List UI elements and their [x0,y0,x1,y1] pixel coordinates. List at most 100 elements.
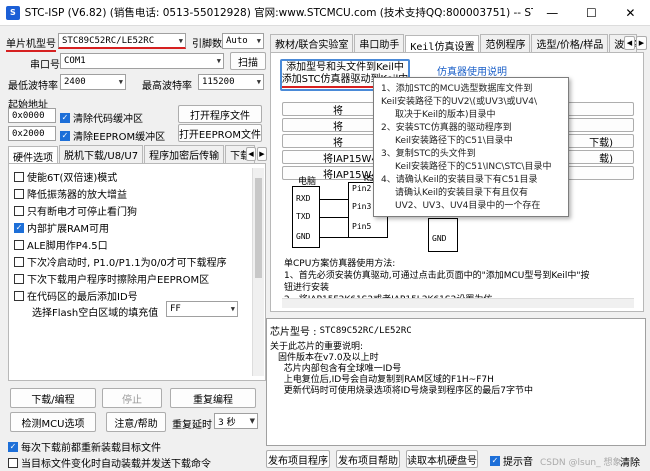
checkbox[interactable] [14,239,24,250]
scrollbar-thumb[interactable] [255,178,262,278]
eeprom-address-input[interactable]: 0x2000 [8,126,56,141]
chevron-right-icon[interactable]: ▶ [257,147,267,161]
option-6t[interactable]: 使能6T(双倍速)模式 [14,168,254,185]
usage-scrollbar[interactable] [282,298,634,308]
reload-option[interactable]: ✓ 每次下载前都重新装载目标文件 [8,439,161,454]
chip-model-select[interactable]: STC89C52RC/LE52RC ▼ [58,33,186,49]
chevron-left-icon[interactable]: ◀ [624,36,635,50]
chevron-down-icon: ▼ [256,78,261,86]
chevron-down-icon: ▼ [249,417,255,425]
watermark-text: CSDN @lsun_ 想象 [540,458,622,468]
open-eeprom-button[interactable]: 打开EEPROM文件 [178,124,262,142]
open-program-button[interactable]: 打开程序文件 [178,105,262,123]
tab-scroll-arrows: ◀ ▶ [246,147,267,161]
pin3-label: Pin3 [352,202,372,211]
beep-label: 提示音 [503,457,533,468]
check-icon[interactable]: ✓ [490,455,500,466]
publish-help-button[interactable]: 发布项目帮助 [336,450,400,468]
checkbox[interactable] [14,188,24,199]
wire [320,217,348,218]
checkbox[interactable] [14,256,24,267]
notes-title: 关于此芯片的重要说明: [270,342,364,352]
tab-textbook[interactable]: 教材/联合实验室 [270,34,354,52]
tooltip-line: 4、请确认Keil的安装目录下有C51目录 [381,175,538,185]
scan-button[interactable]: 扫描 [230,52,266,70]
clear-label[interactable]: 清除 [620,454,640,469]
fill-value: FF [170,304,181,314]
help-button[interactable]: 注意/帮助 [106,412,166,432]
check-icon[interactable]: ✓ [60,130,70,141]
repeat-delay-select[interactable]: 3 秒 ▼ [214,413,258,429]
autoload-option[interactable]: 当目标文件变化时自动装载并发送下载命令 [8,455,211,470]
mcu-gnd-label: GND [432,234,447,243]
maximize-icon[interactable]: ☐ [572,0,611,26]
option-label: 在代码区的最后添加ID号 [27,292,138,303]
note-line: 更新代码时可使用烧录选项将ID号烧录到程序区的最后7字节中 [278,386,534,396]
option-label: 下次冷启动时, P1.0/P1.1为0/0才可下载程序 [27,258,227,269]
tab-examples[interactable]: 范例程序 [480,34,531,52]
repeat-delay-label: 重复延时 [172,420,212,431]
option-watchdog[interactable]: 只有断电才可停止看门狗 [14,202,254,219]
fill-value-select[interactable]: FF ▼ [166,301,238,317]
close-icon[interactable]: ✕ [611,0,650,26]
tooltip-line: UV2、UV3、UV4目录中的一个存在 [395,201,541,211]
checkbox[interactable]: ✓ [14,222,24,233]
pins-select[interactable]: Auto ▼ [222,33,264,49]
option-ale[interactable]: ALE脚用作P4.5口 [14,236,254,253]
options-list: 使能6T(双倍速)模式 降低振荡器的放大增益 只有断电才可停止看门狗 ✓ 内部扩展… [14,168,254,304]
chip-model-row: 芯片型号 : STC89C52RC/LE52RC [270,323,412,339]
max-baud-label: 最高波特率 [142,81,192,92]
iap-label: 将 [333,105,343,117]
minimize-icon[interactable]: — [533,0,572,26]
port-select[interactable]: COM1 ▼ [60,53,224,69]
checkbox[interactable] [8,457,18,468]
option-label: 内部扩展RAM可用 [27,224,110,235]
port-value: COM1 [64,56,86,66]
pin5-label: Pin5 [352,222,372,231]
option-erase-eeprom[interactable]: 下次下载用户程序时擦除用户EEPROM区 [14,270,254,287]
option-label: ALE脚用作P4.5口 [27,241,108,252]
max-baud-select[interactable]: 115200 ▼ [198,74,264,90]
checkbox[interactable] [14,273,24,284]
fill-value-label: 选择Flash空白区域的填充值 [32,308,159,319]
chevron-down-icon: ▼ [118,78,123,86]
check-icon[interactable]: ✓ [60,112,70,123]
checkbox[interactable] [14,205,24,216]
chip-model-info-value: STC89C52RC/LE52RC [319,325,412,336]
iap-label: 将 [333,121,343,133]
publish-program-button[interactable]: 发布项目程序 [266,450,330,468]
emulator-help-link[interactable]: 仿真器使用说明 [437,63,507,78]
detect-mcu-button[interactable]: 检测MCU选项 [10,412,96,432]
min-baud-select[interactable]: 2400 ▼ [60,74,126,90]
repeat-program-button[interactable]: 重复编程 [170,388,256,408]
tab-serial-assistant[interactable]: 串口助手 [354,34,405,52]
clear-eeprom-option[interactable]: ✓ 清除EEPROM缓冲区 [60,128,165,143]
chevron-right-icon[interactable]: ▶ [636,36,647,50]
wire [320,199,348,200]
option-ext-ram[interactable]: ✓ 内部扩展RAM可用 [14,219,254,236]
option-low-gain[interactable]: 降低振荡器的放大增益 [14,185,254,202]
tab-offline-download[interactable]: 脱机下载/U8/U7 [59,145,144,163]
read-disk-id-button[interactable]: 读取本机硬盘号 [406,450,478,468]
tooltip-line: 3、复制STC的头文件到 [381,149,476,159]
options-scrollbar[interactable] [252,168,264,376]
checkbox[interactable] [14,171,24,182]
check-icon[interactable]: ✓ [8,441,18,452]
tooltip-line: Keil安装路径下的C51\INC\STC\目录中 [395,162,552,172]
download-program-button[interactable]: 下载/编程 [10,388,96,408]
option-cold-start[interactable]: 下次冷启动时, P1.0/P1.1为0/0才可下载程序 [14,253,254,270]
checkbox[interactable] [14,290,24,301]
tab-selection-price[interactable]: 选型/价格/样品 [531,34,609,52]
usage-line: 1、首先必须安装仿真驱动,可通过点击此页面中的"添加MCU型号到Keil中"按 [284,271,590,281]
window-title: STC-ISP (V6.82) (销售电话: 0513-55012928) 官网… [24,7,533,19]
autoload-label: 当目标文件变化时自动装载并发送下载命令 [21,459,211,470]
note-line: 上电复位后,ID号会自动复制到RAM区域的F1H~F7H [278,375,494,385]
stop-button[interactable]: 停止 [102,388,162,408]
chip-model-info-label: 芯片型号 : [270,327,317,338]
clear-code-option[interactable]: ✓ 清除代码缓冲区 [60,110,143,125]
code-address-input[interactable]: 0x0000 [8,108,56,123]
tab-encrypted-transfer[interactable]: 程序加密后传输 [144,145,225,163]
beep-option[interactable]: ✓ 提示音 [490,453,533,468]
tooltip-line: Keil安装路径下的C51\目录中 [395,136,513,146]
chevron-left-icon[interactable]: ◀ [246,147,256,161]
